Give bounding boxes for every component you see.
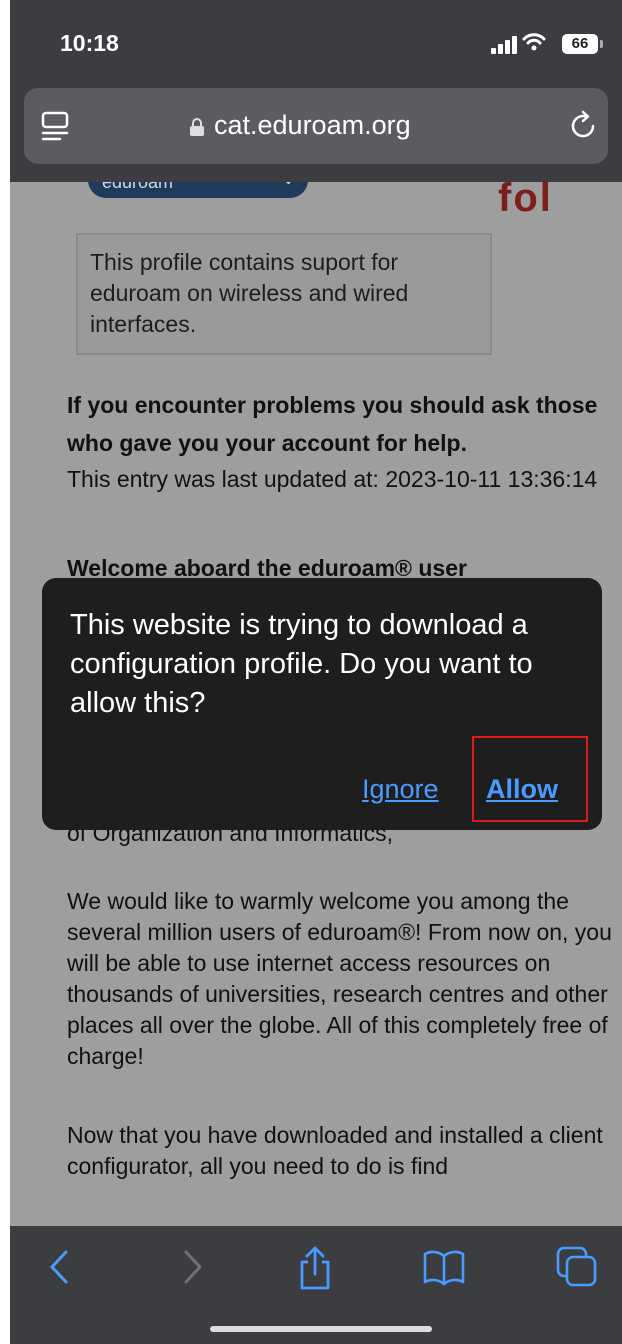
- battery-tip: [600, 40, 603, 48]
- home-indicator[interactable]: [210, 1326, 432, 1332]
- status-time: 10:18: [60, 30, 119, 56]
- problems-note: If you encounter problems you should ask…: [67, 392, 598, 456]
- forward-icon[interactable]: [170, 1246, 212, 1288]
- next-paragraph: Now that you have downloaded and install…: [67, 1122, 603, 1179]
- phone-screen: eduroam ⌄ fol This profile contains supo…: [10, 0, 622, 1344]
- lock-icon: [189, 118, 205, 136]
- reader-icon[interactable]: [40, 110, 70, 142]
- last-updated-text: This entry was last updated at: 2023-10-…: [67, 466, 598, 492]
- organization-logo: fol: [498, 176, 553, 220]
- address-bar[interactable]: cat.eduroam.org: [24, 88, 608, 164]
- battery-icon: 66: [562, 34, 598, 54]
- tabs-icon[interactable]: [556, 1246, 598, 1288]
- dialog-message: This website is trying to download a con…: [70, 609, 533, 719]
- cellular-signal-icon: [491, 34, 517, 54]
- allow-highlight-box: [472, 736, 588, 822]
- wifi-icon: [522, 31, 546, 57]
- reload-icon[interactable]: [569, 110, 599, 142]
- url-text[interactable]: cat.eduroam.org: [214, 110, 411, 141]
- back-icon[interactable]: [40, 1246, 82, 1288]
- profile-description: This profile contains suport for eduroam…: [76, 233, 492, 355]
- welcome-paragraph: We would like to warmly welcome you amon…: [67, 888, 612, 1069]
- status-bar: 10:18 66: [10, 0, 622, 80]
- ignore-button[interactable]: Ignore: [362, 774, 439, 805]
- bookmarks-icon[interactable]: [422, 1246, 465, 1288]
- download-profile-dialog: This website is trying to download a con…: [42, 578, 602, 830]
- share-icon[interactable]: [294, 1246, 336, 1290]
